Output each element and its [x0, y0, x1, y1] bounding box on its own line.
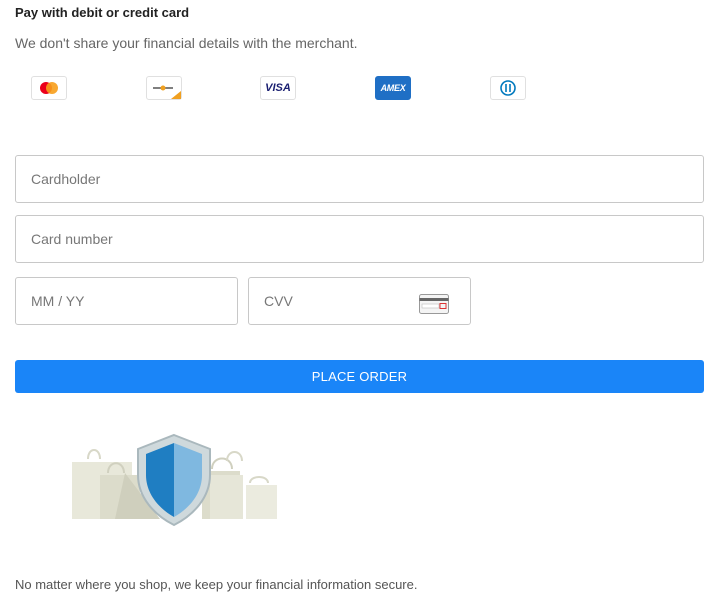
amex-icon: AMEX: [375, 76, 411, 100]
place-order-button[interactable]: PLACE ORDER: [15, 360, 704, 393]
cardholder-input[interactable]: [16, 156, 703, 202]
card-brand-list: VISA AMEX: [0, 76, 707, 102]
security-illustration: [70, 433, 282, 533]
page-title: Pay with debit or credit card: [15, 5, 190, 20]
discover-icon: [146, 76, 182, 100]
card-number-field[interactable]: [15, 215, 704, 263]
cvv-card-icon: [419, 294, 449, 319]
expiry-input[interactable]: [16, 278, 237, 324]
diners-club-icon: [490, 76, 526, 100]
card-number-input[interactable]: [16, 216, 703, 262]
visa-label: VISA: [265, 82, 291, 94]
visa-icon: VISA: [260, 76, 296, 100]
mastercard-icon: [31, 76, 67, 100]
expiry-field[interactable]: [15, 277, 238, 325]
privacy-subtitle: We don't share your financial details wi…: [15, 35, 358, 51]
cardholder-field[interactable]: [15, 155, 704, 203]
cvv-field[interactable]: [248, 277, 471, 325]
security-footer-text: No matter where you shop, we keep your f…: [15, 577, 418, 592]
amex-label: AMEX: [380, 83, 406, 93]
